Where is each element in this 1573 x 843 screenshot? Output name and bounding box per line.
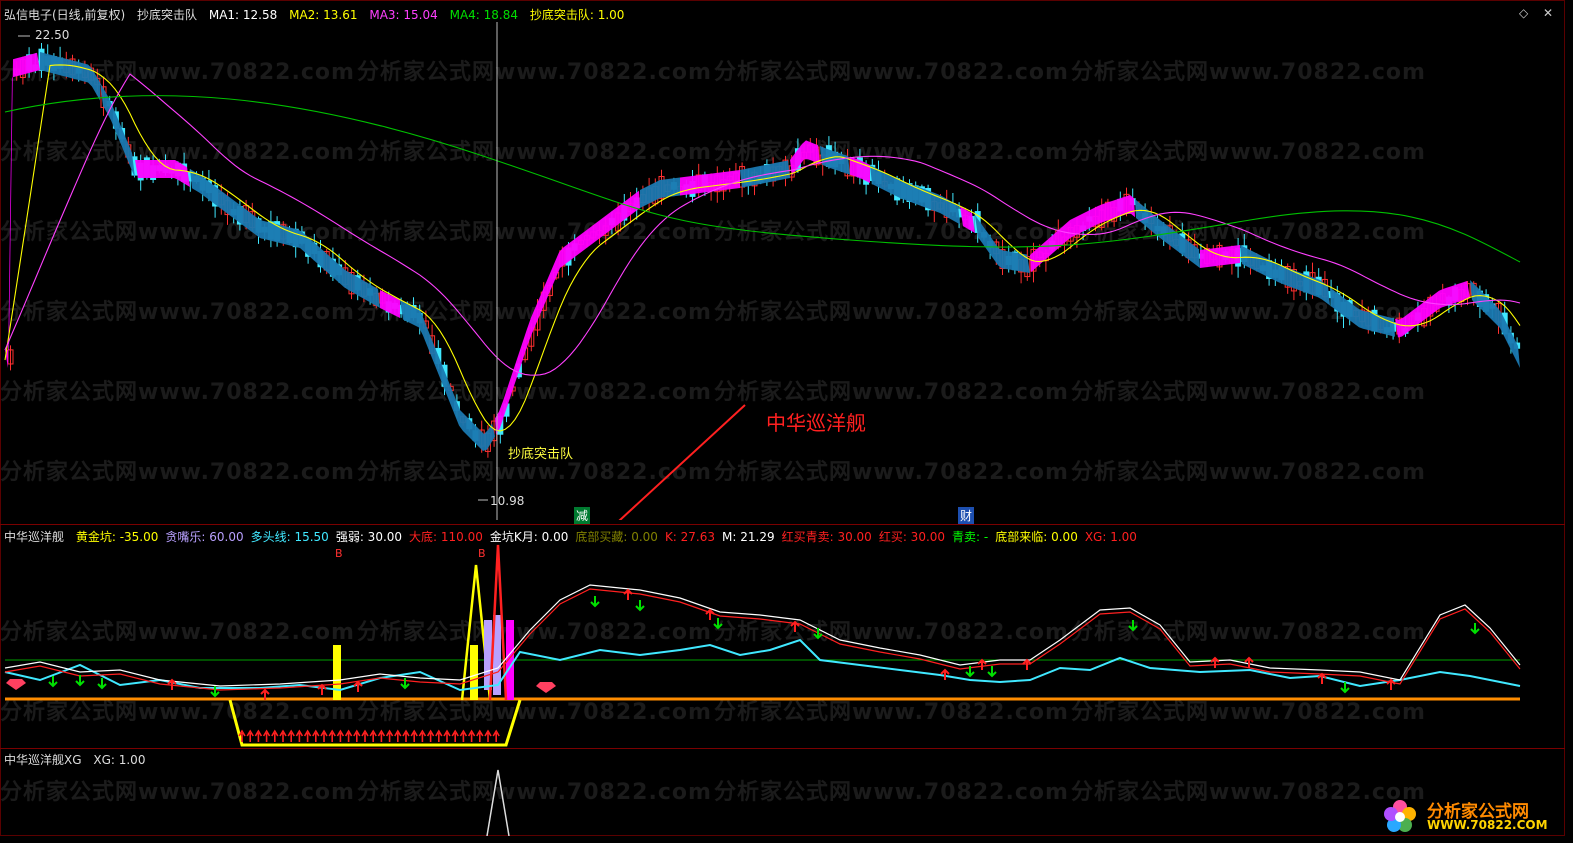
buy-arrow: [377, 729, 386, 742]
sell-arrow: [48, 676, 58, 688]
buy-arrow: [443, 729, 451, 742]
gold-pit: [228, 699, 522, 747]
buy-arrow: [1022, 658, 1032, 670]
sell-arrow: [987, 666, 997, 678]
k-line: [4, 588, 1521, 691]
buy-arrow: [484, 729, 492, 742]
buy-arrow: [623, 588, 633, 600]
buy-arrow: [451, 729, 459, 742]
indicator-chart[interactable]: [0, 0, 1565, 836]
panel-divider-2: [0, 748, 1565, 749]
buy-arrow: [426, 729, 435, 742]
buy-arrow: [1317, 672, 1327, 684]
buy-arrow: [262, 729, 271, 742]
buy-arrow: [402, 729, 410, 742]
buy-arrow: [705, 608, 715, 620]
buy-arrow: [418, 729, 427, 742]
xg-spike: [486, 769, 510, 836]
magenta-bar: [506, 620, 514, 700]
yellow-bar: [470, 645, 478, 700]
xg-value: XG: 1.00: [93, 753, 146, 767]
xg-header: 中华巡洋舰XG XG: 1.00: [4, 751, 153, 769]
buy-arrow: [303, 729, 312, 742]
buy-arrow: [246, 729, 254, 742]
buy-arrow: [492, 729, 500, 742]
buy-arrow: [271, 729, 279, 742]
sell-arrow: [75, 675, 85, 687]
diamond-icon: [536, 682, 556, 693]
buy-arrow: [410, 729, 418, 742]
diamond-icon: [6, 679, 26, 690]
buy-arrow: [295, 729, 304, 742]
buy-arrow: [254, 729, 263, 742]
buy-arrow: [353, 729, 361, 742]
buy-arrow: [361, 729, 369, 742]
buy-arrow: [320, 729, 328, 742]
cyan-line: [4, 638, 1521, 692]
buy-arrow: [467, 729, 476, 742]
buy-arrow: [344, 729, 353, 742]
buy-arrow: [435, 729, 443, 742]
sell-arrow: [1470, 623, 1480, 635]
sell-arrow: [813, 628, 823, 640]
sell-arrow: [590, 596, 600, 608]
buy-arrow: [353, 680, 363, 692]
buy-arrow: [328, 729, 336, 742]
buy-arrow: [279, 729, 287, 742]
sell-arrow: [1128, 620, 1138, 632]
buy-arrow: [369, 729, 377, 742]
buy-arrow: [476, 729, 484, 742]
sell-arrow: [400, 678, 410, 690]
flower-icon: [1384, 800, 1416, 832]
buy-arrow: [790, 620, 800, 632]
buy-arrow: [336, 729, 345, 742]
sell-arrow: [97, 678, 107, 690]
logo-url: WWW.70822.COM: [1427, 818, 1548, 832]
buy-arrow: [1386, 678, 1396, 690]
buy-arrow: [459, 729, 468, 742]
buy-arrow: [394, 729, 402, 742]
m-line: [4, 584, 1521, 687]
site-logo: 分析家公式网 WWW.70822.COM: [1379, 797, 1559, 835]
buy-arrow: [385, 729, 394, 742]
buy-arrow: [317, 683, 327, 695]
buy-arrow: [1210, 656, 1220, 668]
buy-arrow: [287, 729, 295, 742]
buy-arrow: [977, 658, 987, 670]
sell-arrow: [635, 600, 645, 612]
buy-arrow: [312, 729, 320, 742]
xg-indicator-name[interactable]: 中华巡洋舰XG: [4, 753, 82, 767]
yellow-bar: [333, 645, 341, 700]
sell-arrow: [713, 618, 723, 630]
